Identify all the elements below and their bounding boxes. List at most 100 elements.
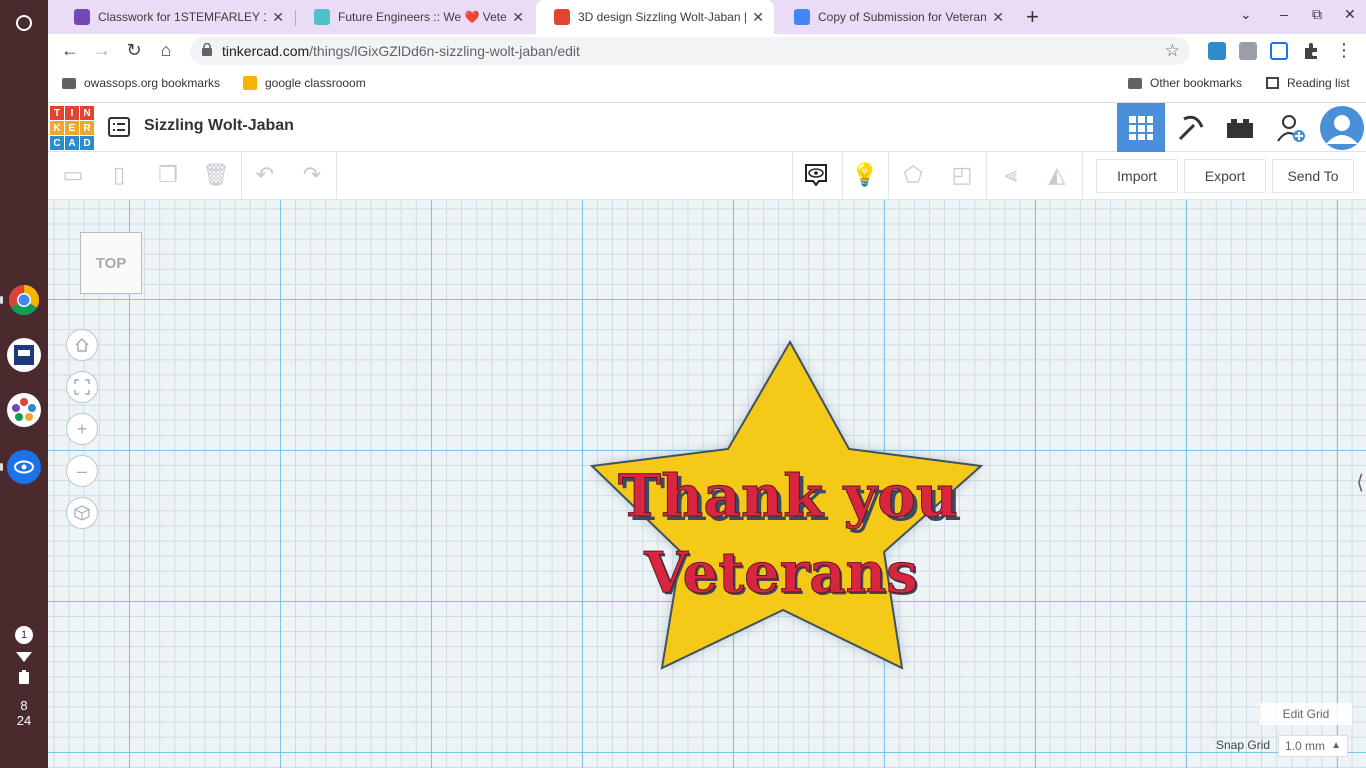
mirror-icon[interactable]: ◭ bbox=[1042, 160, 1072, 190]
cube-icon bbox=[74, 505, 90, 521]
logo-letter: R bbox=[80, 121, 94, 135]
user-avatar[interactable] bbox=[1318, 103, 1366, 153]
new-tab-button[interactable]: + bbox=[1026, 4, 1039, 30]
address-bar[interactable]: tinkercad.com/things/lGixGZlDd6n-sizzlin… bbox=[190, 37, 1190, 65]
tab-favicon-icon bbox=[74, 9, 90, 25]
zoom-in-button[interactable]: + bbox=[66, 413, 98, 445]
view-cube[interactable]: TOP bbox=[80, 232, 142, 294]
lock-icon bbox=[202, 43, 212, 56]
school-app-icon bbox=[14, 345, 34, 365]
logo-letter: N bbox=[80, 106, 94, 120]
app-header: TIN KER CAD Sizzling Wolt-Jaban bbox=[48, 102, 1366, 153]
design-title[interactable]: Sizzling Wolt-Jaban bbox=[144, 117, 294, 135]
browser-menu-button[interactable]: ⋮ bbox=[1332, 40, 1356, 61]
redo-icon[interactable]: ↷ bbox=[297, 160, 327, 190]
caret-up-icon: ▲ bbox=[1331, 740, 1341, 751]
add-user-icon bbox=[1277, 115, 1305, 142]
collapse-panel-chevron-icon[interactable]: ⟨ bbox=[1356, 470, 1364, 495]
reading-list-label: Reading list bbox=[1287, 76, 1350, 90]
blocks-view-button[interactable] bbox=[1167, 103, 1215, 153]
window-close-button[interactable]: ✕ bbox=[1344, 6, 1356, 23]
star-app[interactable] bbox=[7, 393, 41, 427]
restore-button[interactable]: ⧉ bbox=[1312, 6, 1322, 23]
reading-list[interactable]: Reading list bbox=[1266, 76, 1350, 90]
other-bookmarks[interactable]: Other bookmarks bbox=[1128, 76, 1242, 90]
perspective-button[interactable] bbox=[66, 497, 98, 529]
extension-upload-icon[interactable] bbox=[1270, 42, 1288, 60]
tab-close-icon[interactable]: ✕ bbox=[752, 9, 764, 26]
toolbar-divider bbox=[792, 152, 793, 200]
undo-icon[interactable]: ↶ bbox=[250, 160, 280, 190]
toolbar-divider bbox=[241, 152, 242, 200]
design-list-icon[interactable] bbox=[108, 117, 130, 137]
clock-minute: 24 bbox=[16, 713, 32, 728]
lightbulb-icon[interactable]: 💡 bbox=[850, 160, 880, 190]
export-button[interactable]: Export bbox=[1184, 159, 1266, 193]
url-path: /things/lGixGZlDd6n-sizzling-wolt-jaban/… bbox=[309, 43, 580, 59]
edit-toolbar: ▭ ▯ ❐ 🗑 ↶ ↷ 💡 ⬠ ◰ ⫷ ◭ Import Export Send… bbox=[48, 152, 1366, 200]
import-button[interactable]: Import bbox=[1096, 159, 1178, 193]
brick-icon bbox=[1227, 119, 1253, 138]
edit-grid-button[interactable]: Edit Grid bbox=[1260, 703, 1352, 725]
reload-button[interactable]: ↻ bbox=[122, 40, 146, 61]
browser-tab[interactable]: Copy of Submission for Veterans ✕ bbox=[776, 0, 1014, 34]
extension-gray-icon[interactable] bbox=[1239, 42, 1257, 60]
bookmark-folder-owassops[interactable]: owassops.org bookmarks bbox=[62, 76, 220, 90]
delete-icon[interactable]: 🗑 bbox=[201, 160, 231, 190]
align-icon[interactable]: ⫷ bbox=[996, 160, 1026, 190]
invite-button[interactable] bbox=[1267, 103, 1315, 153]
ungroup-icon[interactable]: ◰ bbox=[947, 160, 977, 190]
notification-count[interactable]: 1 bbox=[15, 626, 33, 644]
bookmark-star-icon[interactable]: ☆ bbox=[1165, 41, 1180, 61]
copy-icon[interactable]: ▭ bbox=[58, 160, 88, 190]
tab-close-icon[interactable]: ✕ bbox=[272, 9, 284, 26]
snap-grid-value: 1.0 mm bbox=[1285, 739, 1326, 753]
logo-letter: D bbox=[80, 136, 94, 150]
3d-view-button[interactable] bbox=[1117, 103, 1165, 153]
avatar-icon bbox=[1320, 106, 1364, 150]
eye-icon bbox=[14, 460, 34, 474]
toolbar-divider bbox=[1082, 152, 1083, 200]
fit-view-button[interactable] bbox=[66, 371, 98, 403]
workplane[interactable]: TOP + – Thank you Thank you Veterans Vet… bbox=[48, 200, 1366, 768]
school-app[interactable] bbox=[7, 338, 41, 372]
reading-list-icon bbox=[1266, 77, 1279, 89]
status-tray[interactable]: 1 8 24 bbox=[6, 626, 42, 728]
extensions-icon[interactable] bbox=[1302, 42, 1320, 60]
clock-hour: 8 bbox=[20, 698, 28, 713]
tinkercad-logo[interactable]: TIN KER CAD bbox=[50, 106, 94, 150]
forward-button[interactable]: → bbox=[90, 40, 114, 61]
extension-puzzle-blue-icon[interactable] bbox=[1208, 42, 1226, 60]
bookmark-google-classroom[interactable]: google classrooom bbox=[243, 76, 366, 90]
browser-tab[interactable]: Future Engineers :: We ❤️ Veterans ✕ bbox=[296, 0, 534, 34]
star-shape[interactable]: Thank you Thank you Veterans Veterans bbox=[578, 330, 998, 690]
accessibility-app[interactable] bbox=[7, 450, 41, 484]
url-host: tinkercad.com bbox=[222, 43, 310, 59]
notes-visibility-icon[interactable] bbox=[801, 160, 831, 190]
active-app-indicator bbox=[0, 463, 3, 471]
send-to-button[interactable]: Send To bbox=[1272, 159, 1354, 193]
snap-grid-select[interactable]: 1.0 mm ▲ bbox=[1278, 735, 1348, 757]
group-icon[interactable]: ⬠ bbox=[898, 160, 928, 190]
duplicate-icon[interactable]: ❐ bbox=[153, 160, 183, 190]
browser-tab[interactable]: 3D design Sizzling Wolt-Jaban | Tinkerca… bbox=[536, 0, 774, 34]
launcher-button[interactable] bbox=[7, 6, 41, 40]
tab-close-icon[interactable]: ✕ bbox=[992, 9, 1004, 26]
zoom-out-button[interactable]: – bbox=[66, 455, 98, 487]
wifi-icon bbox=[16, 652, 32, 662]
paste-icon[interactable]: ▯ bbox=[104, 160, 134, 190]
logo-letter: A bbox=[65, 136, 79, 150]
launcher-icon bbox=[16, 15, 32, 31]
active-app-indicator bbox=[0, 296, 3, 304]
home-view-button[interactable] bbox=[66, 329, 98, 361]
tab-close-icon[interactable]: ✕ bbox=[512, 9, 524, 26]
browser-tab[interactable]: Classwork for 1STEMFARLEY 1 ✕ bbox=[56, 0, 294, 34]
bricks-view-button[interactable] bbox=[1216, 103, 1264, 153]
minimize-button[interactable]: – bbox=[1280, 6, 1288, 22]
toolbar-divider bbox=[842, 152, 843, 200]
chrome-app[interactable] bbox=[7, 283, 41, 317]
back-button[interactable]: ← bbox=[58, 40, 82, 61]
logo-letter: C bbox=[50, 136, 64, 150]
tab-search-button[interactable]: ⌄ bbox=[1240, 6, 1252, 23]
home-button[interactable]: ⌂ bbox=[154, 40, 178, 61]
